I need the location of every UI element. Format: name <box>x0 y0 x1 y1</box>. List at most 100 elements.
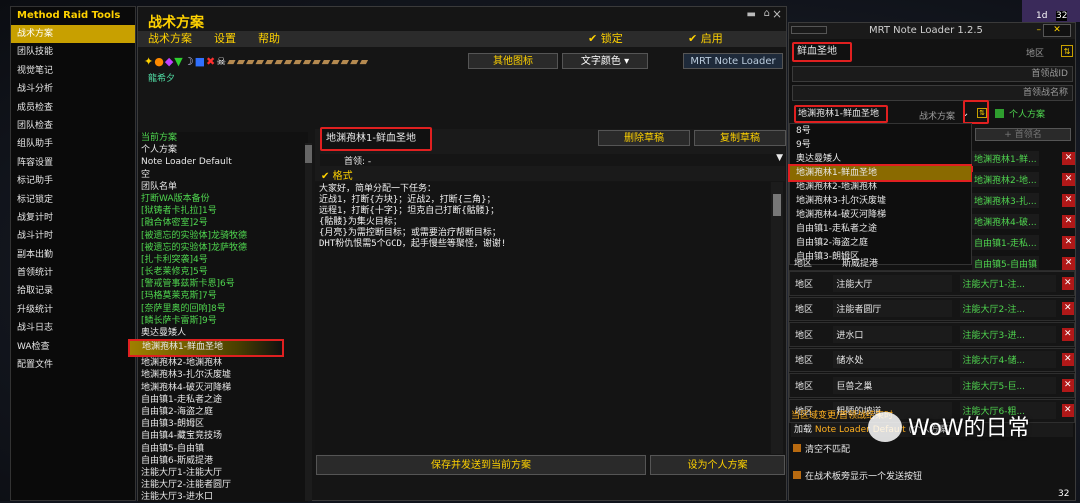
sidebar-item[interactable]: 视觉笔记 <box>11 62 135 80</box>
delete-icon[interactable]: ✕ <box>1061 302 1075 316</box>
plan-list-item[interactable]: 自由镇4-藏宝竞技场 <box>138 430 308 442</box>
zone-plan[interactable]: 注能大厅2-注... <box>960 300 1056 318</box>
delete-icon[interactable]: ✕ <box>1062 173 1075 186</box>
delete-icon[interactable]: ✕ <box>1061 378 1075 392</box>
delete-icon[interactable]: ✕ <box>1062 152 1075 165</box>
sidebar-item[interactable]: 战斗计时 <box>11 227 135 245</box>
plan-list-item[interactable]: [扎卡利突袭]4号 <box>138 254 308 266</box>
top-zone-value[interactable]: 鲜血圣地 <box>792 42 852 62</box>
clear-checkbox[interactable] <box>793 444 801 452</box>
boss-id-field[interactable]: 首领战ID <box>792 66 1073 82</box>
plan-list-item[interactable]: [玛格莫莱克斯]7号 <box>138 290 308 302</box>
plan-list-item[interactable]: 空 <box>138 169 308 181</box>
text-color-dropdown[interactable]: 文字颜色 ▾ <box>562 53 648 69</box>
delete-draft-button[interactable]: 删除草稿 <box>598 130 690 146</box>
menu-item[interactable]: 设置 <box>214 32 236 45</box>
delete-icon[interactable]: ✕ <box>1062 194 1075 207</box>
plan-list-item[interactable]: 注能大厅2-注能者圆厅 <box>138 479 308 491</box>
plan-list-item[interactable]: [鳞长萨卡雷斯]9号 <box>138 315 308 327</box>
zone-plan[interactable]: 注能大厅4-储... <box>960 351 1056 369</box>
sidebar-item[interactable]: 首领统计 <box>11 264 135 282</box>
delete-icon[interactable]: ✕ <box>1062 215 1075 228</box>
sidebar-item[interactable]: 组队助手 <box>11 135 135 153</box>
sidebar-item[interactable]: 战术方案 <box>11 25 135 44</box>
delete-icon[interactable]: ✕ <box>1061 404 1075 418</box>
plan-list-item[interactable]: [被遗忘的实验体]龙萨牧德 <box>138 242 308 254</box>
sidebar-item[interactable]: 拾取记录 <box>11 282 135 300</box>
plan-list-item[interactable]: 地渊孢林2-地渊孢林 <box>138 357 308 369</box>
boss-dropdown[interactable]: 首领: - ▼ <box>320 153 785 167</box>
minimize-icon[interactable]: – <box>1037 25 1042 35</box>
minimize-icon[interactable]: ▬ <box>747 9 756 20</box>
plan-pick-icon[interactable]: ⇅ <box>977 108 987 118</box>
plan-list-item[interactable]: 注能大厅1-注能大厅 <box>138 467 308 479</box>
add-boss-button[interactable]: + 首领名 <box>975 128 1071 141</box>
dropdown-item[interactable]: 地渊孢林3-扎尔沃废墟 <box>790 194 971 208</box>
sidebar-item[interactable]: 团队检查 <box>11 117 135 135</box>
sidebar-item[interactable]: 战斗分析 <box>11 80 135 98</box>
plan-list-item[interactable]: 地渊孢林3-扎尔沃废墟 <box>138 369 308 381</box>
other-icons-button[interactable]: 其他图标 <box>468 53 558 69</box>
plan-list-item[interactable]: 打断WA版本备份 <box>138 193 308 205</box>
plan-list-item[interactable]: Note Loader Default <box>138 156 308 168</box>
delete-icon[interactable]: ✕ <box>1061 327 1075 341</box>
dropdown-item[interactable]: 自由镇2-海盗之庭 <box>790 236 971 250</box>
sidebar-item[interactable]: 副本出勤 <box>11 246 135 264</box>
plan-list-item[interactable]: 自由镇3-朗姆区 <box>138 418 308 430</box>
lock-toggle[interactable]: ✔ 锁定 <box>588 31 623 47</box>
plan-list-item[interactable]: 奥达曼矮人 <box>138 327 308 339</box>
sidebar-item[interactable]: 标记助手 <box>11 172 135 190</box>
plan-list-item[interactable]: 地渊孢林4-破灭河降梯 <box>138 382 308 394</box>
home-icon[interactable]: ⌂ <box>764 8 770 19</box>
dropdown-item[interactable]: 自由镇1-走私者之途 <box>790 222 971 236</box>
menu-item[interactable]: 帮助 <box>258 32 280 45</box>
delete-icon[interactable]: ✕ <box>1061 353 1075 367</box>
save-send-button[interactable]: 保存并发送到当前方案 <box>316 455 646 475</box>
sidebar-item[interactable]: 配置文件 <box>11 356 135 374</box>
dropdown-item[interactable]: 8号 <box>790 124 971 138</box>
plan-list-item[interactable]: 自由镇2-海盗之庭 <box>138 406 308 418</box>
zone-plan[interactable]: 注能大厅5-巨... <box>960 376 1056 394</box>
plan-list-scrollbar[interactable] <box>305 143 312 501</box>
dropdown-item[interactable]: 地渊孢林4-破灭河降梯 <box>790 208 971 222</box>
sidebar-item[interactable]: 战复计时 <box>11 209 135 227</box>
menu-item[interactable]: 战术方案 <box>148 32 192 45</box>
close-button[interactable]: ✕ <box>1043 24 1071 37</box>
zone-pick-icon[interactable]: ⇅ <box>1061 45 1073 57</box>
note-title-field[interactable]: 地渊孢林1-鲜血圣地 <box>320 127 432 151</box>
close-icon[interactable]: × <box>772 7 782 21</box>
plan-list-item[interactable]: 团队名单 <box>138 181 308 193</box>
plan-list-item[interactable]: [被遗忘的实验体]龙骑牧德 <box>138 230 308 242</box>
delete-icon[interactable]: ✕ <box>1061 276 1075 290</box>
plan-list-item[interactable]: 注能大厅3-进水口 <box>138 491 308 503</box>
dropdown-item[interactable]: 奥达曼矮人 <box>790 152 971 166</box>
selected-plan-field[interactable]: 地渊孢林1-鲜血圣地 <box>794 105 888 123</box>
note-text-area[interactable]: 大家好，简单分配一下任务： 近战1，打断{方块}；近战2，打断{三角}； 远程1，打… <box>315 182 770 454</box>
sidebar-item[interactable]: 升级统计 <box>11 301 135 319</box>
zone-name[interactable]: 储水处 <box>833 351 953 369</box>
zone-name[interactable]: 巨兽之巢 <box>833 376 953 394</box>
raid-marker-icons[interactable]: ✦●◆▼☽■✖☠▰▰▰▰▰▰▰▰▰▰▰▰▰▰▰ <box>144 55 369 69</box>
dropdown-item[interactable]: 地渊孢林2-地渊孢林 <box>790 180 971 194</box>
personal-plan-checkbox[interactable] <box>995 109 1004 118</box>
sidebar-item[interactable]: 团队技能 <box>11 43 135 61</box>
mrt-note-loader-button[interactable]: MRT Note Loader <box>683 53 783 69</box>
send-checkbox[interactable] <box>793 471 801 479</box>
enable-toggle[interactable]: ✔ 启用 <box>688 31 723 47</box>
plan-list-item[interactable]: 地渊孢林1-鲜血圣地 <box>128 339 284 358</box>
sidebar-item[interactable]: 标记锁定 <box>11 191 135 209</box>
zone-plan[interactable]: 注能大厅1-注... <box>960 274 1056 292</box>
sidebar-item[interactable]: 战斗日志 <box>11 319 135 337</box>
sidebar-item[interactable]: 成员检查 <box>11 99 135 117</box>
plan-list-item[interactable]: 自由镇1-走私者之途 <box>138 394 308 406</box>
boss-name-field[interactable]: 首领战名称 <box>792 85 1073 101</box>
plan-list-item[interactable]: [警戒管事兹斯卡恩]6号 <box>138 278 308 290</box>
plan-list-item[interactable]: [融合体密室]2号 <box>138 217 308 229</box>
dropdown-item[interactable]: 9号 <box>790 138 971 152</box>
plan-list-item[interactable]: 自由镇5-自由镇 <box>138 443 308 455</box>
dropdown-item[interactable]: 地渊孢林1-鲜血圣地 <box>788 164 973 182</box>
sidebar-item[interactable]: 阵容设置 <box>11 154 135 172</box>
sidebar-item[interactable]: WA检查 <box>11 338 135 356</box>
plan-list-item[interactable]: [长老莱修克]5号 <box>138 266 308 278</box>
zone-plan[interactable]: 注能大厅3-进... <box>960 325 1056 343</box>
